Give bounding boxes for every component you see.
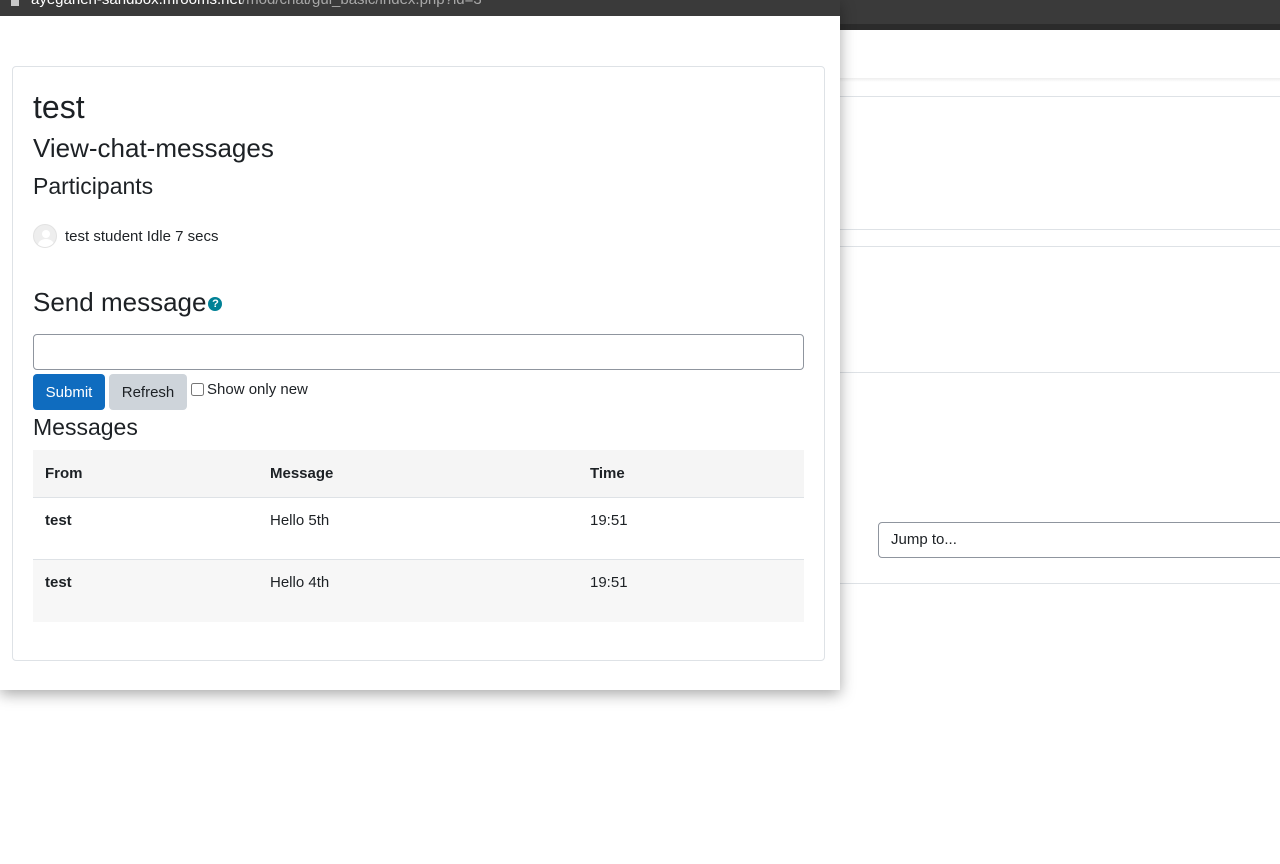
background-divider xyxy=(840,246,1280,247)
message-from: test xyxy=(33,497,258,560)
message-from: test xyxy=(33,559,258,622)
popup-url-bar: ayeganeh-sandbox.mrooms.net/mod/chat/gui… xyxy=(0,0,840,16)
participant-name: test student xyxy=(65,227,143,245)
jump-to-select[interactable]: Jump to... xyxy=(878,522,1280,558)
avatar xyxy=(33,224,57,248)
page-icon xyxy=(11,0,19,6)
page-subtitle: View-chat-messages xyxy=(33,133,274,163)
popup-url: ayeganeh-sandbox.mrooms.net/mod/chat/gui… xyxy=(31,0,482,9)
message-time: 19:51 xyxy=(578,559,804,622)
show-only-new-checkbox[interactable] xyxy=(191,383,204,396)
table-row: test Hello 5th 19:51 xyxy=(33,497,804,560)
column-header-time: Time xyxy=(578,450,804,498)
table-row: test Hello 4th 19:51 xyxy=(33,559,804,622)
send-message-heading: Send message? xyxy=(33,286,223,318)
background-divider xyxy=(840,96,1280,97)
message-text: Hello 5th xyxy=(258,497,578,560)
participants-heading: Participants xyxy=(33,173,154,199)
show-only-new-option[interactable]: Show only new xyxy=(191,381,308,398)
chat-popup-window: ayeganeh-sandbox.mrooms.net/mod/chat/gui… xyxy=(0,0,840,690)
messages-heading: Messages xyxy=(33,414,138,440)
page-title: test xyxy=(33,89,85,125)
column-header-from: From xyxy=(33,450,258,498)
participant-status: Idle 7 secs xyxy=(146,227,219,245)
participant-item: test student Idle 7 secs xyxy=(33,223,218,249)
messages-table: From Message Time test Hello 5th 19:51 t… xyxy=(33,450,804,622)
message-time: 19:51 xyxy=(578,497,804,560)
message-input[interactable] xyxy=(33,334,804,370)
submit-button[interactable]: Submit xyxy=(33,374,105,410)
background-divider xyxy=(840,229,1280,230)
background-divider xyxy=(840,372,1280,373)
table-header-row: From Message Time xyxy=(33,450,804,498)
help-icon[interactable]: ? xyxy=(208,297,223,311)
background-navbar-shadow xyxy=(840,78,1280,82)
refresh-button[interactable]: Refresh xyxy=(109,374,187,410)
show-only-new-label: Show only new xyxy=(207,381,308,398)
message-text: Hello 4th xyxy=(258,559,578,622)
column-header-message: Message xyxy=(258,450,578,498)
background-divider xyxy=(840,583,1280,584)
chat-card: test View-chat-messages Participants tes… xyxy=(12,66,825,661)
